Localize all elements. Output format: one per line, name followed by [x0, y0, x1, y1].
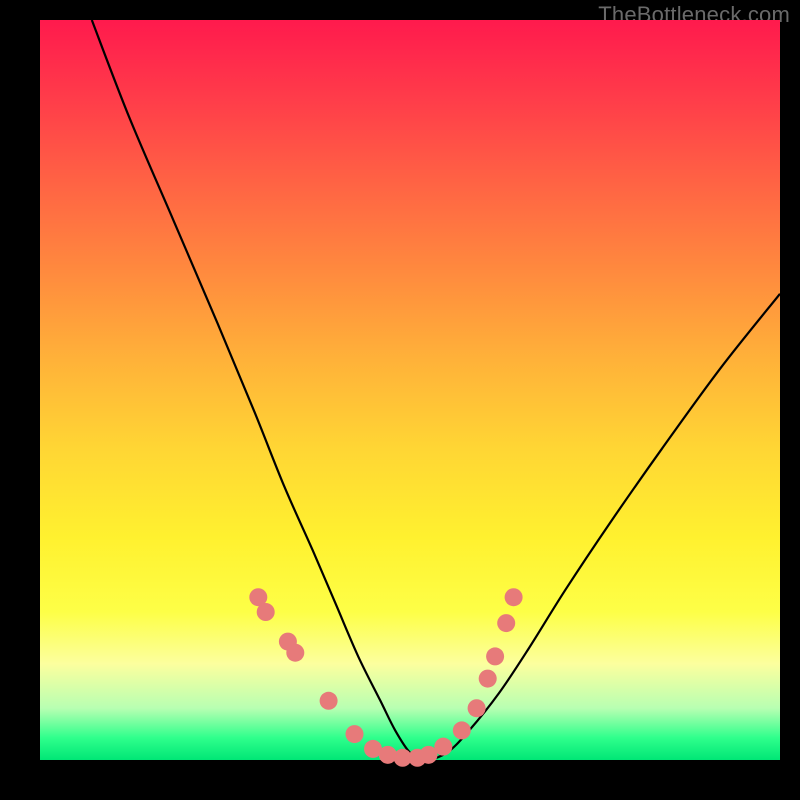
- marker-dot: [346, 725, 364, 743]
- chart-frame: TheBottleneck.com: [0, 0, 800, 800]
- marker-dot: [286, 644, 304, 662]
- marker-dot: [497, 614, 515, 632]
- marker-dot: [257, 603, 275, 621]
- marker-dot: [479, 670, 497, 688]
- plot-area: [40, 20, 780, 760]
- marker-dot: [379, 746, 397, 764]
- marker-dots-group: [249, 588, 522, 767]
- marker-dot: [453, 721, 471, 739]
- marker-dot: [468, 699, 486, 717]
- marker-dot: [486, 647, 504, 665]
- marker-dot: [434, 738, 452, 756]
- chart-svg: [40, 20, 780, 760]
- marker-dot: [505, 588, 523, 606]
- bottleneck-curve: [92, 20, 780, 760]
- marker-dot: [320, 692, 338, 710]
